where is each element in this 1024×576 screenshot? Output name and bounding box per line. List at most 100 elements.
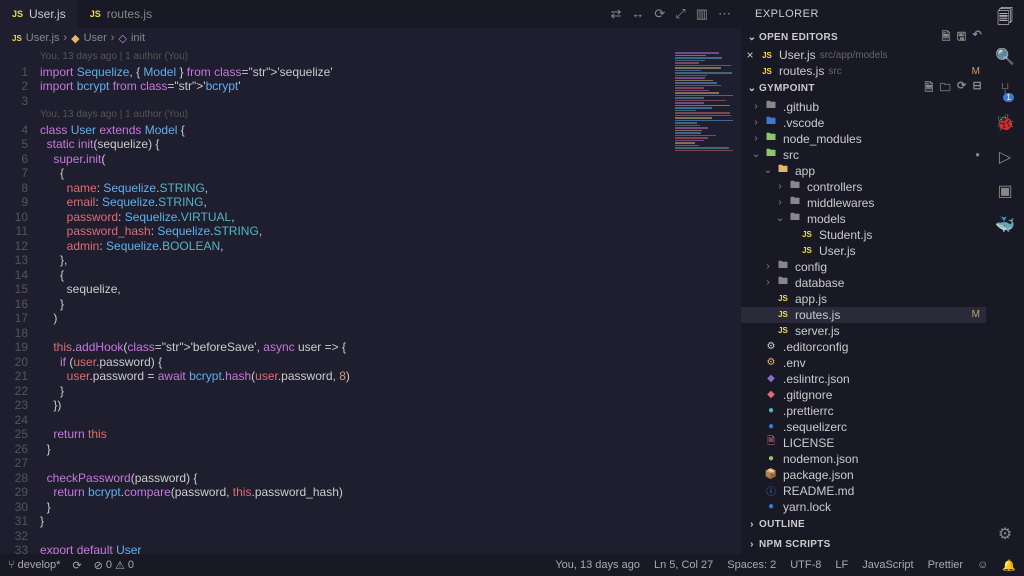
explorer-panel: EXPLORER ⌄OPEN EDITORS 🗎🖫↶ ×JSUser.js sr… [741,0,986,554]
tree-item[interactable]: ⌄🖿app [741,163,986,179]
settings-icon[interactable]: ⚙ [998,524,1012,544]
open-editors-header[interactable]: ⌄OPEN EDITORS 🗎🖫↶ [741,27,986,47]
tree-item[interactable]: ●nodemon.json [741,451,986,467]
debug-icon[interactable]: 🐞 [995,113,1015,133]
yarn-icon: ● [763,501,779,512]
js-icon: JS [775,294,791,303]
explorer-icon[interactable]: 🗐 [997,6,1013,33]
cursor-status[interactable]: Ln 5, Col 27 [654,559,713,572]
tree-item[interactable]: ›🖿controllers [741,179,986,195]
eslint-icon: ◆ [763,373,779,384]
open-icon[interactable]: ⤢ [675,6,685,22]
prettier-icon: ● [763,405,779,416]
outline-header[interactable]: ›OUTLINE [741,515,986,535]
prettier-status[interactable]: Prettier [928,559,963,572]
gear-icon: ⚙ [763,341,779,352]
more-icon[interactable]: ⋯ [718,6,731,22]
js-icon: JS [12,9,23,19]
save-all-icon[interactable]: 🖫 [957,28,967,47]
tree-item[interactable]: JSStudent.js [741,227,986,243]
folder-icon: 🖿 [763,146,779,163]
folder-icon: 🖿 [775,258,791,275]
tree-item[interactable]: ⌄🖿src● [741,147,986,163]
project-header[interactable]: ⌄GYMPOINT 🗎🗀⟳⊟ [741,79,986,99]
js-icon: JS [759,67,775,76]
compare-icon[interactable]: ⇄ [610,6,621,22]
blame-status[interactable]: You, 13 days ago [555,559,640,572]
extensions-icon[interactable]: ▣ [997,181,1012,201]
tree-item[interactable]: 📦package.json [741,467,986,483]
git-icon: ◆ [763,389,779,400]
tree-item[interactable]: ●yarn.lock [741,499,986,515]
feedback-icon[interactable]: ☺ [977,559,988,572]
tree-item[interactable]: ›🖿.github [741,99,986,115]
tree-item[interactable]: ●.prettierrc [741,403,986,419]
tab-user-js[interactable]: JSUser.js [0,0,78,28]
tab-routes-js[interactable]: JSroutes.js [78,0,164,28]
panel-title: EXPLORER [741,0,986,27]
js-icon: JS [90,9,101,19]
npm-scripts-header[interactable]: ›NPM SCRIPTS [741,534,986,554]
open-editor-item[interactable]: ×JSUser.js src/app/models [741,47,986,63]
new-file-icon[interactable]: 🗎 [924,79,933,98]
tree-item[interactable]: JSapp.js [741,291,986,307]
tree-item[interactable]: ›🖿node_modules [741,131,986,147]
refresh-icon[interactable]: ⟳ [654,6,665,22]
open-editor-item[interactable]: JSroutes.js srcM [741,63,986,79]
tree-item[interactable]: 🗎LICENSE [741,435,986,451]
tree-item[interactable]: ●.sequelizerc [741,419,986,435]
activity-bar: 🗐 🔍 ⑂1 🐞 ▷ ▣ 🐳 ⚙ [986,0,1024,554]
eol-status[interactable]: LF [835,559,848,572]
branch-status[interactable]: ⑂ develop* [8,559,60,571]
spaces-status[interactable]: Spaces: 2 [727,559,776,572]
sync-status[interactable]: ⟳ [72,559,81,572]
tree-item[interactable]: ⌄🖿models [741,211,986,227]
editor-tabs: JSUser.js JSroutes.js ⇄ ↔ ⟳ ⤢ ▥ ⋯ [0,0,741,28]
docker-icon[interactable]: 🐳 [995,215,1015,235]
file-tree[interactable]: ›🖿.github›🖿.vscode›🖿node_modules⌄🖿src●⌄🖿… [741,99,986,515]
collapse-icon[interactable]: ⊟ [972,79,982,98]
encoding-status[interactable]: UTF-8 [790,559,821,572]
tree-item[interactable]: JSserver.js [741,323,986,339]
run-icon[interactable]: ▷ [999,147,1011,167]
minimap[interactable] [671,48,741,554]
search-icon[interactable]: 🔍 [995,47,1015,67]
tree-item[interactable]: ›🖿config [741,259,986,275]
breadcrumb[interactable]: JSUser.js ›◆User ›◇init [0,28,741,48]
new-folder-icon[interactable]: 🗀 [940,79,951,98]
refresh-icon[interactable]: ⟳ [957,79,967,98]
split-icon[interactable]: ▥ [696,6,708,22]
tree-item[interactable]: ◆.gitignore [741,387,986,403]
nodemon-icon: ● [763,453,779,464]
js-icon: JS [775,326,791,335]
tree-item[interactable]: ›🖿.vscode [741,115,986,131]
js-icon: JS [12,34,22,43]
new-icon[interactable]: 🗎 [942,28,951,47]
tree-item[interactable]: ⚙.editorconfig [741,339,986,355]
source-control-icon[interactable]: ⑂1 [1000,81,1010,99]
js-icon: JS [759,51,775,60]
line-gutter: 123 456789101112131415161718192021222324… [0,48,40,554]
folder-icon: 🖿 [763,98,779,115]
tree-item[interactable]: ⚙.env [741,355,986,371]
tree-item[interactable]: JSroutes.jsM [741,307,986,323]
history-icon[interactable]: ↔ [631,6,644,22]
code-editor[interactable]: You, 13 days ago | 1 author (You)import … [40,48,671,554]
tree-item[interactable]: ›🖿database [741,275,986,291]
js-icon: JS [799,246,815,255]
seq-icon: ● [763,421,779,432]
npm-icon: 📦 [763,469,779,480]
folder-icon: 🖿 [787,194,803,211]
tree-item[interactable]: JSUser.js [741,243,986,259]
tree-item[interactable]: ⓘREADME.md [741,483,986,499]
notifications-icon[interactable]: 🔔 [1002,559,1016,572]
gear-icon: ⚙ [763,357,779,368]
folder-icon: 🖿 [775,162,791,179]
problems-status[interactable]: ⊘ 0 ⚠ 0 [94,559,134,572]
tree-item[interactable]: ◆.eslintrc.json [741,371,986,387]
md-icon: ⓘ [763,483,779,498]
folder-icon: 🖿 [763,114,779,131]
tree-item[interactable]: ›🖿middlewares [741,195,986,211]
language-status[interactable]: JavaScript [862,559,913,572]
revert-icon[interactable]: ↶ [972,28,982,47]
